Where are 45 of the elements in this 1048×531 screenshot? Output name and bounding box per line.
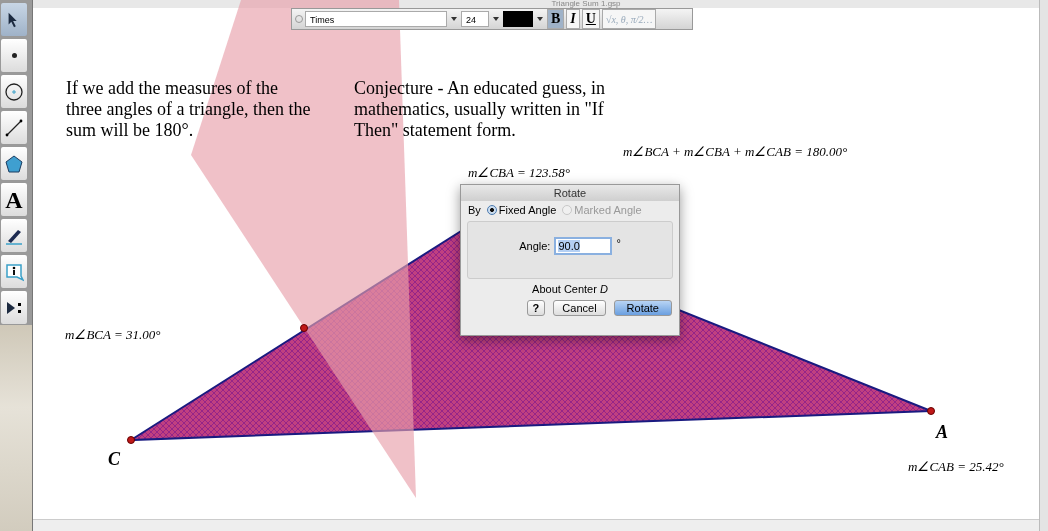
tool-button[interactable]: A	[0, 182, 28, 217]
color-swatch[interactable]	[503, 11, 533, 27]
angle-label: Angle:	[519, 240, 551, 252]
degree-label: °	[616, 237, 621, 249]
size-field[interactable]: 24	[461, 11, 489, 27]
dropdown-icon[interactable]	[451, 17, 457, 21]
caption-text: If we add the measures of the three angles of a triangle, then the sum will be 180°.	[66, 78, 312, 141]
vertex-point[interactable]	[927, 407, 935, 415]
tool-button[interactable]	[0, 38, 28, 73]
radio-option[interactable]: Fixed Angle	[486, 204, 557, 216]
polygon-icon	[4, 153, 24, 174]
measurement-text: m∠CBA = 123.58°	[468, 165, 570, 181]
by-label: By	[468, 204, 481, 216]
dropdown-icon[interactable]	[537, 17, 543, 21]
vertex-point[interactable]	[127, 436, 135, 444]
tool-button[interactable]	[0, 110, 28, 145]
help-button[interactable]: ?	[526, 300, 546, 316]
point-label: C	[108, 449, 120, 470]
underline-button[interactable]: U	[581, 9, 600, 29]
center-label: About Center D	[531, 283, 609, 295]
tool-button[interactable]	[0, 74, 28, 109]
caption-text: Conjecture - An educated guess, in mathematics, usually written in "If Then" statement form.	[354, 78, 606, 141]
info-icon	[4, 261, 24, 282]
point-label: A	[936, 422, 948, 443]
window-title: Triangle Sum 1.gsp	[33, 0, 1039, 8]
tool-button[interactable]	[0, 218, 28, 253]
dialog-title: Rotate	[461, 185, 679, 201]
italic-button[interactable]: I	[566, 9, 580, 29]
line-segment-icon	[4, 117, 24, 138]
scrollbar[interactable]	[1039, 0, 1048, 531]
tool-button[interactable]	[0, 290, 28, 325]
tool-button[interactable]	[0, 2, 28, 37]
font-field[interactable]: Times	[305, 11, 447, 27]
angle-input-field[interactable]: 90.0	[554, 237, 613, 255]
measurement-text: m∠BCA + m∠CBA + m∠CAB = 180.00°	[623, 144, 848, 160]
measurement-text: m∠CAB = 25.42°	[908, 459, 1004, 475]
bold-button[interactable]: B	[547, 9, 565, 29]
point-icon	[11, 53, 17, 58]
point[interactable]	[300, 324, 308, 332]
tool-button[interactable]	[0, 146, 28, 181]
measurement-text: m∠BCA = 31.00°	[65, 327, 161, 343]
rotate-button[interactable]: Rotate	[613, 300, 672, 316]
dropdown-icon[interactable]	[493, 17, 499, 21]
cancel-button[interactable]: Cancel	[553, 300, 606, 316]
circle-icon	[4, 81, 24, 102]
